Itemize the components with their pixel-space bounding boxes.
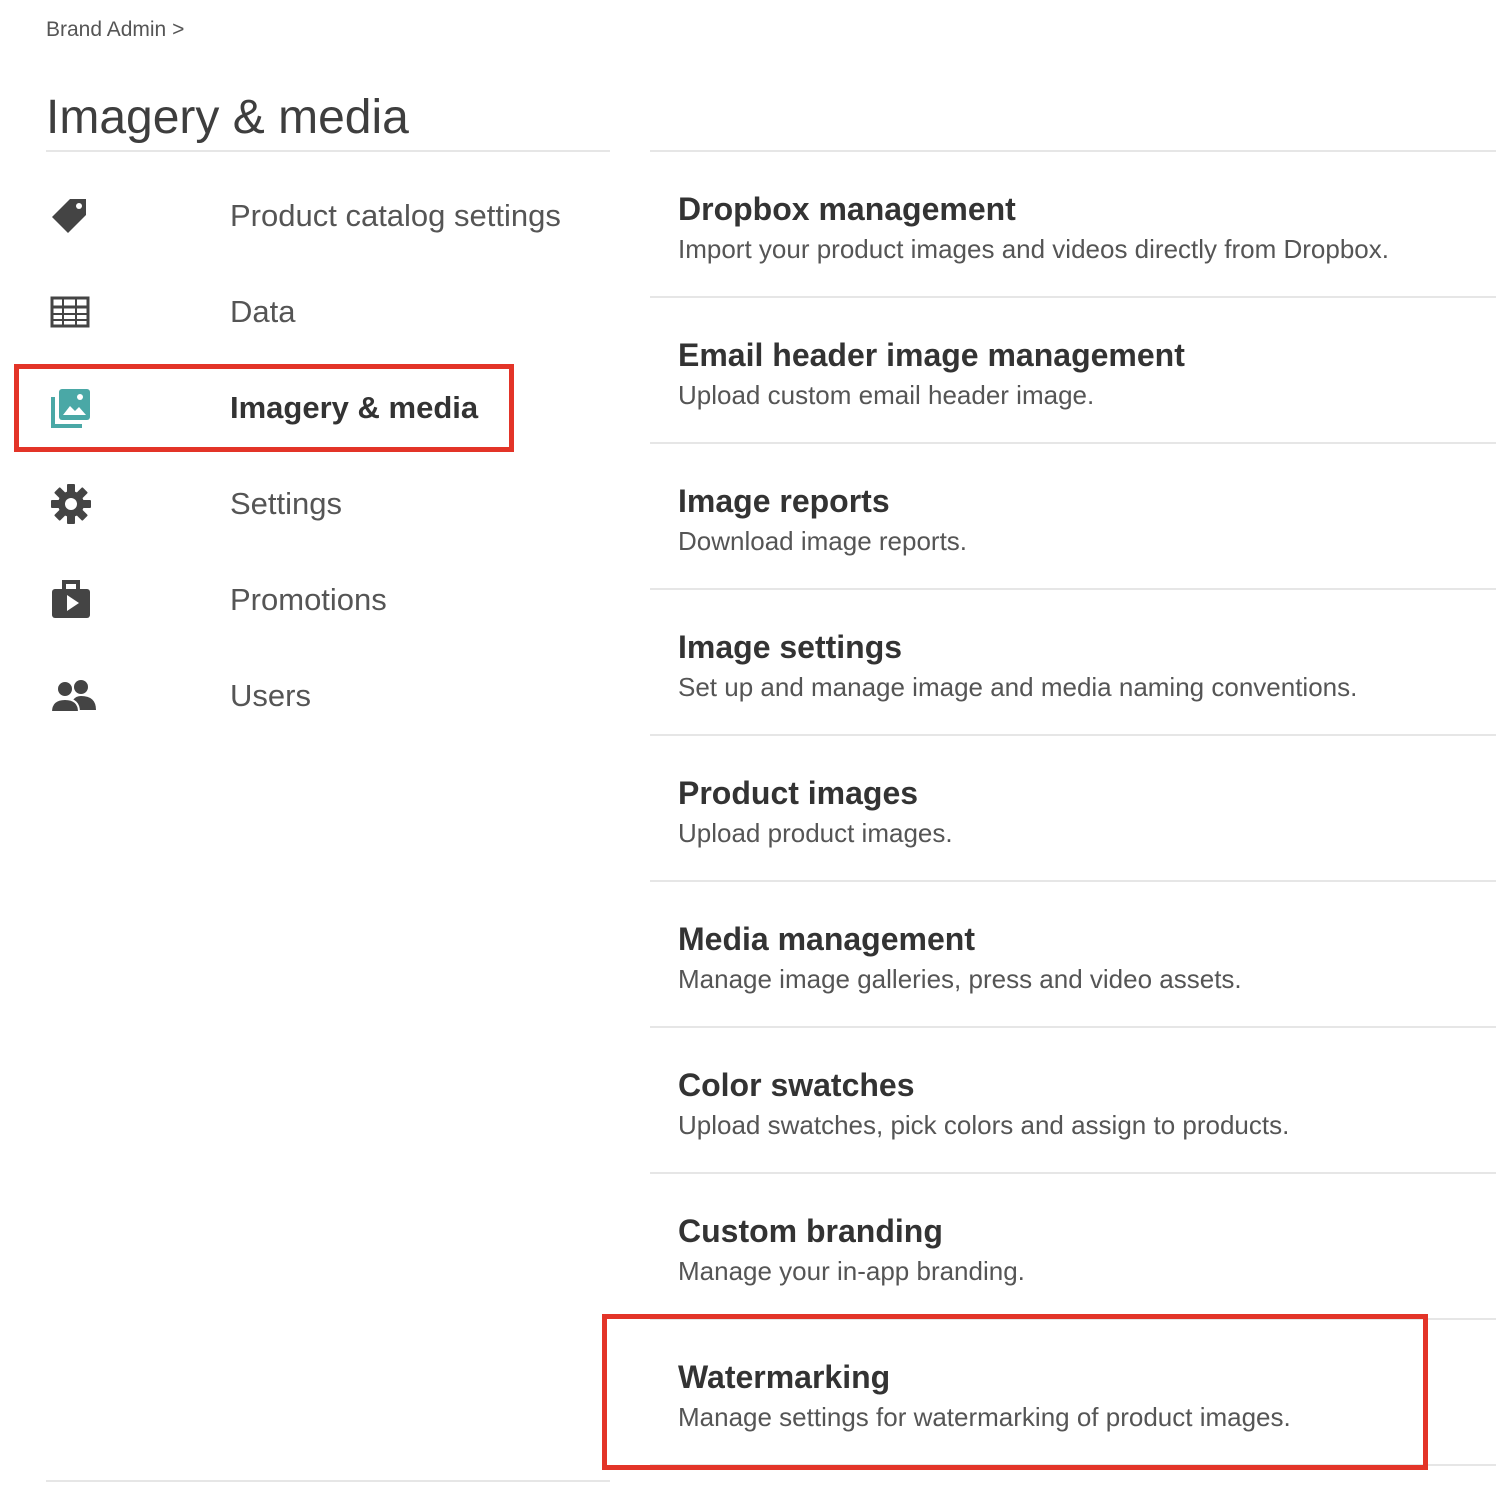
row-title: Email header image management [678,337,1185,373]
settings-list: Dropbox management Import your product i… [650,152,1496,1466]
nav-item-settings[interactable]: Settings [0,456,610,552]
nav-label: Imagery & media [230,390,479,425]
settings-row-custom-branding[interactable]: Custom branding Manage your in-app brand… [650,1174,1496,1320]
page-title: Imagery & media [46,91,409,145]
row-description: Upload swatches, pick colors and assign … [678,1110,1290,1140]
table-grid-icon [50,290,98,334]
nav-label: Data [230,294,296,329]
row-title: Media management [678,921,975,957]
settings-row-product-images[interactable]: Product images Upload product images. [650,736,1496,882]
row-description: Import your product images and videos di… [678,234,1389,264]
row-title: Image settings [678,629,903,665]
divider [46,150,610,152]
row-title: Custom branding [678,1213,943,1249]
nav-item-product-catalog-settings[interactable]: Product catalog settings [0,168,610,264]
settings-row-email-header-image-management[interactable]: Email header image management Upload cus… [650,298,1496,444]
settings-row-media-management[interactable]: Media management Manage image galleries,… [650,882,1496,1028]
nav-item-users[interactable]: Users [0,648,610,744]
row-description: Upload custom email header image. [678,380,1095,410]
breadcrumb[interactable]: Brand Admin > [46,16,184,44]
row-description: Manage image galleries, press and video … [678,964,1242,994]
divider [46,1480,610,1482]
row-title: Dropbox management [678,191,1016,227]
side-nav: Product catalog settings Data Imagery & … [0,168,610,744]
settings-row-color-swatches[interactable]: Color swatches Upload swatches, pick col… [650,1028,1496,1174]
users-icon [50,674,98,718]
nav-label: Users [230,678,311,713]
row-title: Product images [678,775,919,811]
settings-row-image-reports[interactable]: Image reports Download image reports. [650,444,1496,590]
nav-item-promotions[interactable]: Promotions [0,552,610,648]
gear-icon [50,482,98,526]
row-title: Image reports [678,483,890,519]
row-title: Color swatches [678,1067,915,1103]
nav-label: Product catalog settings [230,198,561,233]
row-description: Manage your in-app branding. [678,1256,1025,1286]
settings-row-dropbox-management[interactable]: Dropbox management Import your product i… [650,152,1496,298]
nav-label: Settings [230,486,343,521]
images-icon [50,386,98,430]
row-description: Set up and manage image and media naming… [678,672,1358,702]
briefcase-play-icon [50,578,98,622]
row-description: Manage settings for watermarking of prod… [678,1402,1291,1432]
nav-label: Promotions [230,582,387,617]
row-description: Download image reports. [678,526,968,556]
settings-row-watermarking[interactable]: Watermarking Manage settings for waterma… [650,1320,1496,1466]
tag-icon [50,194,98,238]
nav-item-data[interactable]: Data [0,264,610,360]
row-title: Watermarking [678,1359,891,1395]
row-description: Upload product images. [678,818,953,848]
settings-row-image-settings[interactable]: Image settings Set up and manage image a… [650,590,1496,736]
nav-item-imagery-media[interactable]: Imagery & media [0,360,610,456]
